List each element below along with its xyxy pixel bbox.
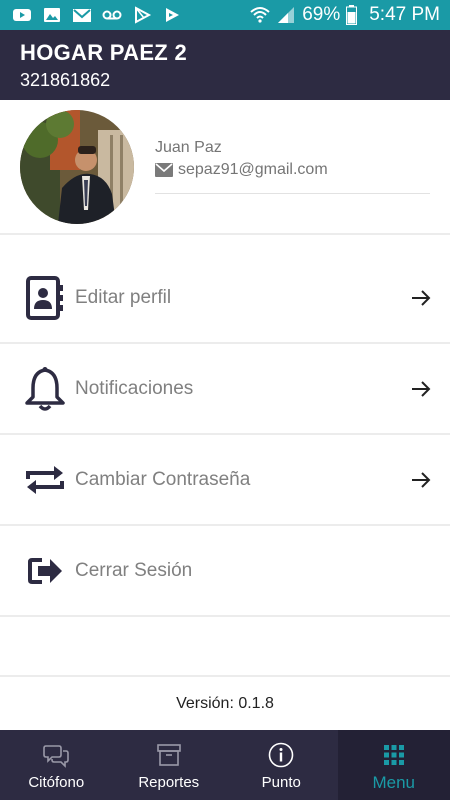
arrow-right-icon [412,381,431,397]
menu-label: Editar perfil [75,287,172,308]
status-bar: 69% 5:47 PM [0,0,450,30]
contact-book-icon [22,275,68,321]
wifi-icon [250,7,270,23]
grid-icon [383,745,404,765]
menu-item-cambiar-contrasena[interactable]: Cambiar Contraseña [0,436,450,526]
info-circle-icon [268,742,294,768]
nav-item-reportes[interactable]: Reportes [113,730,226,800]
nav-label: Punto [261,774,301,791]
header-title: HOGAR PAEZ 2 [20,40,187,65]
nav-label: Menu [372,773,416,792]
menu-label: Cambiar Contraseña [75,469,251,490]
menu-item-cerrar-sesion[interactable]: Cerrar Sesión [0,527,450,617]
battery-icon [346,5,358,25]
clock: 5:47 PM [369,4,440,25]
bottom-nav: Citófono Reportes Punto Menu [0,730,450,800]
sign-out-icon [22,548,68,594]
profile-card: Juan Paz sepaz91@gmail.com [0,100,450,235]
archive-box-icon [156,744,181,766]
header-subtitle: 321861862 [20,70,111,90]
version-label: Versión: 0.1.8 [0,675,450,730]
arrow-right-icon [412,472,431,488]
play-store-icon [135,6,152,24]
arrow-right-icon [412,290,431,306]
profile-name: Juan Paz [155,139,222,156]
nav-item-citofono[interactable]: Citófono [0,730,113,800]
menu-label: Cerrar Sesión [75,560,193,581]
nav-item-punto[interactable]: Punto [225,730,338,800]
swap-arrows-icon [22,457,68,503]
mail-icon [155,163,173,177]
bell-icon [22,366,68,412]
chat-bubbles-icon [43,745,70,768]
avatar-photo [20,110,134,224]
profile-email: sepaz91@gmail.com [178,161,328,178]
nav-label: Reportes [138,774,200,791]
image-icon [44,8,60,22]
battery-percent: 69% [302,4,341,25]
system-status: 69% 5:47 PM [250,4,440,26]
play-store-alt-icon [166,8,179,22]
notification-icons [12,6,182,24]
voicemail-icon [102,10,122,20]
youtube-icon [13,9,31,21]
menu-item-editar-perfil[interactable]: Editar perfil [0,254,450,344]
menu-label: Notificaciones [75,378,194,399]
nav-item-menu[interactable]: Menu [337,730,450,800]
gmail-icon [73,9,91,22]
avatar[interactable] [20,110,134,224]
profile-email-row: sepaz91@gmail.com [155,161,430,179]
app-header: HOGAR PAEZ 2 321861862 [0,30,450,100]
signal-icon [278,7,295,23]
nav-label: Citófono [28,774,85,791]
menu-item-notificaciones[interactable]: Notificaciones [0,345,450,435]
profile-info: Juan Paz sepaz91@gmail.com [155,138,430,194]
